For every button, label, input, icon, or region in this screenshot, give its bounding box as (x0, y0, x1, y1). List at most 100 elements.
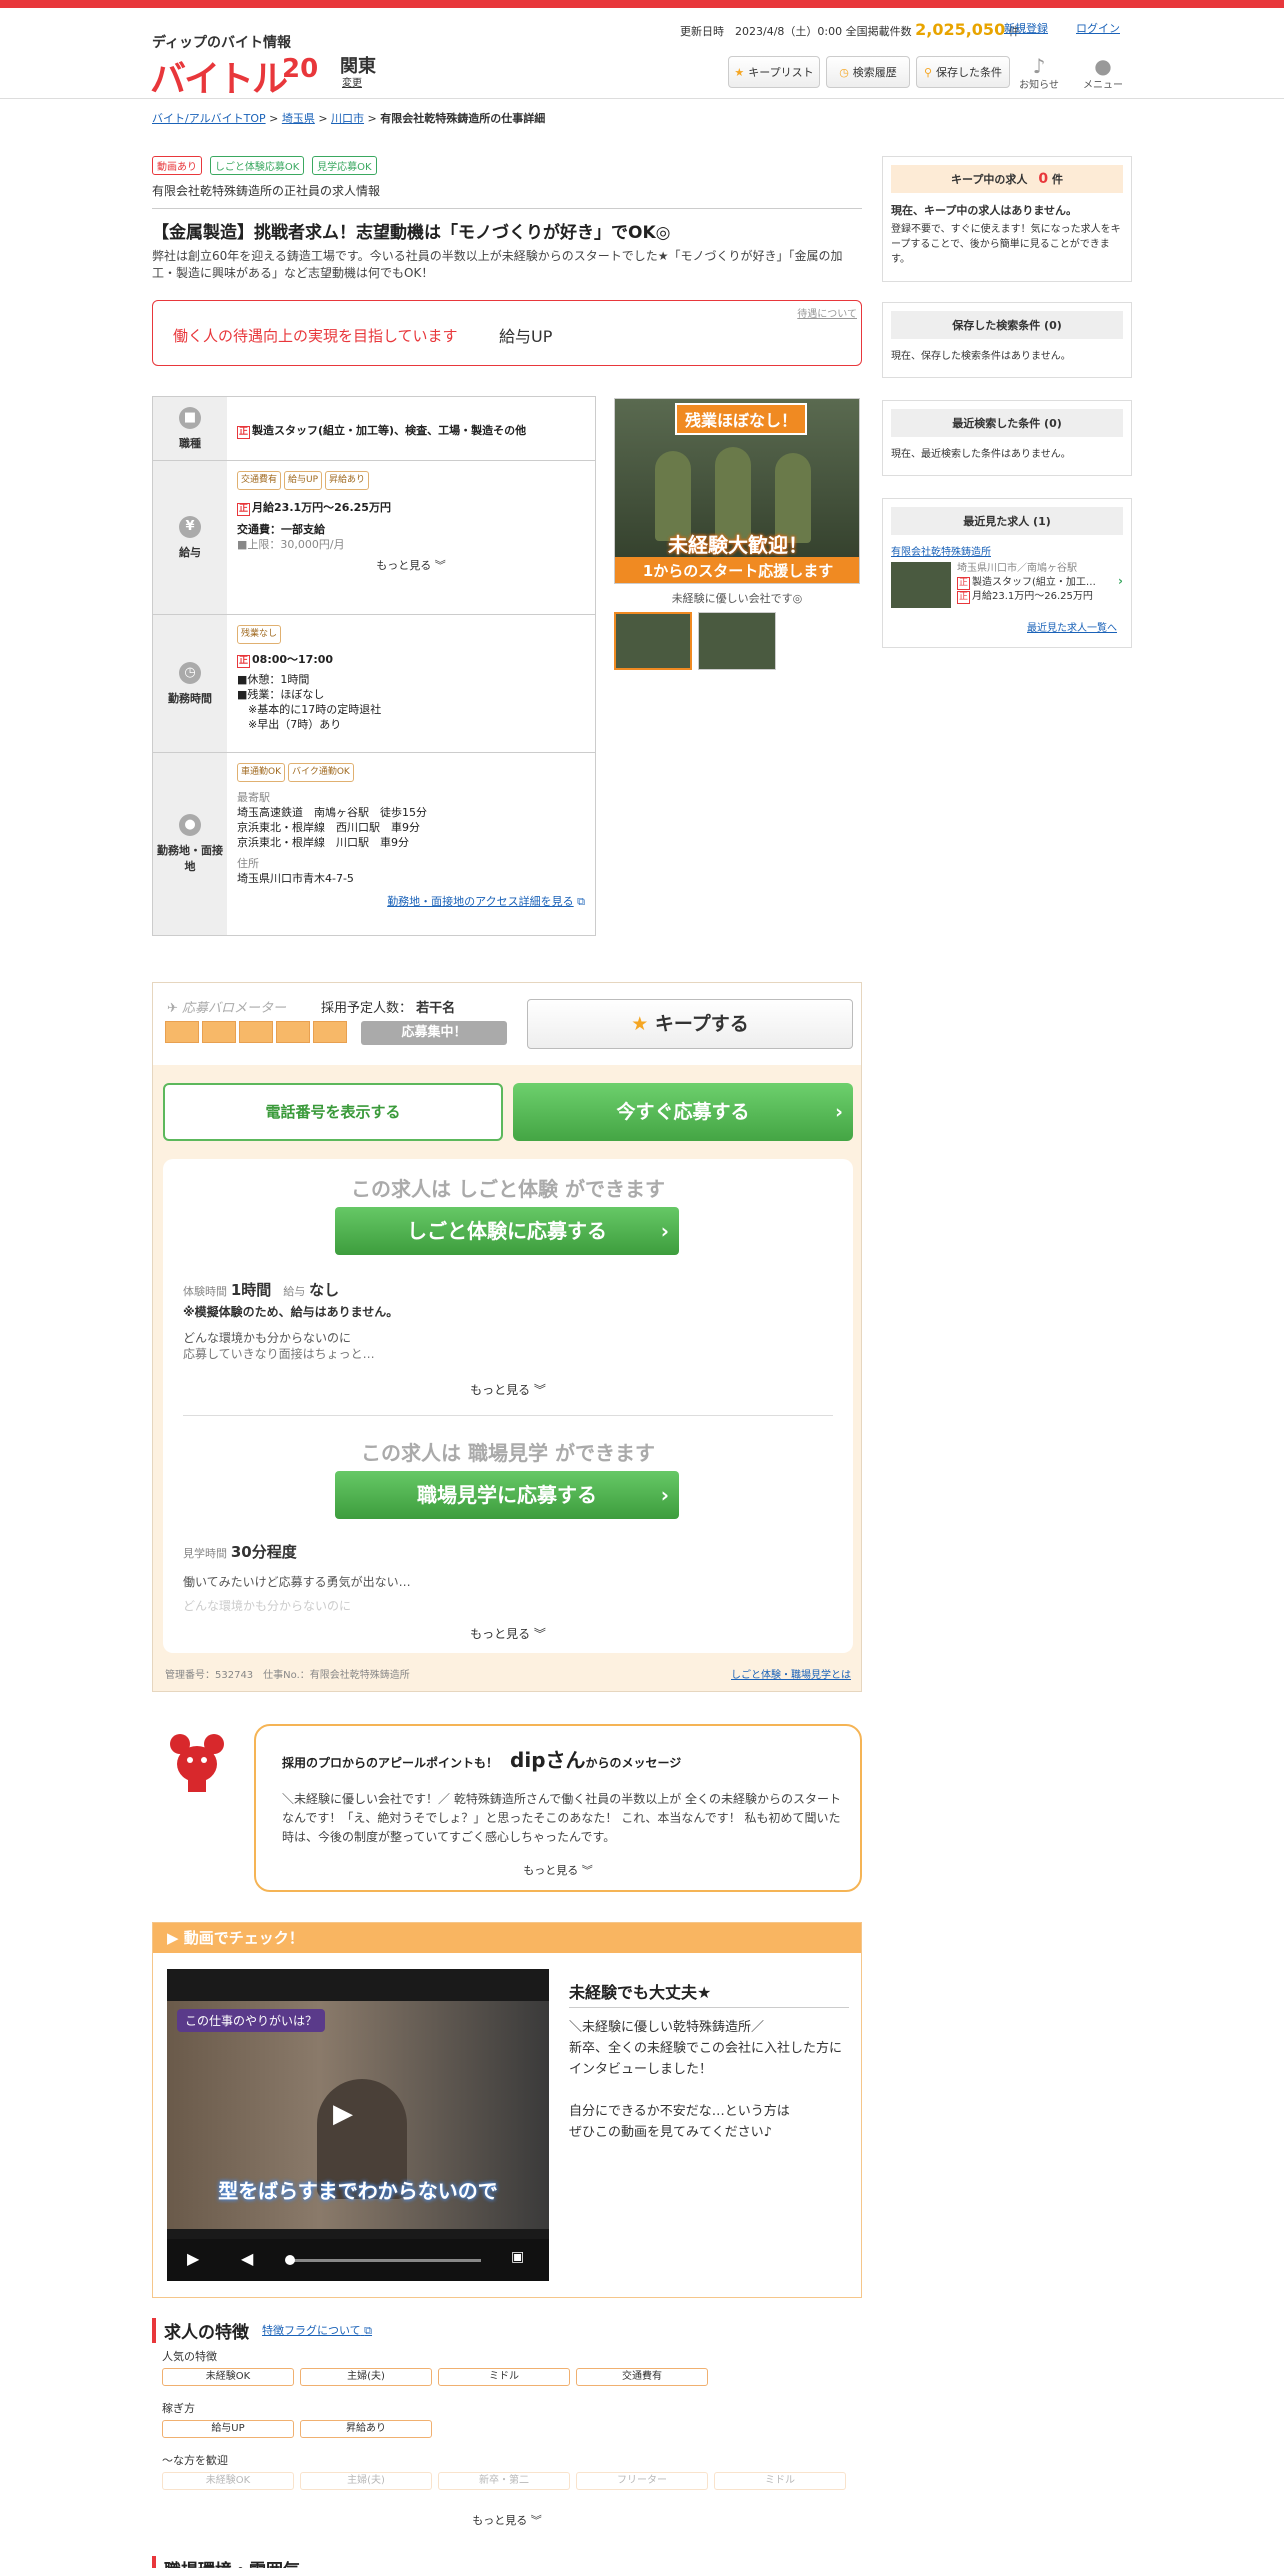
seek-bar[interactable] (287, 2259, 481, 2262)
recent-view-box: 最近見た求人 (1) 有限会社乾特殊鋳造所 埼玉県川口市／南鳩ヶ谷駅 正製造スタ… (882, 498, 1132, 648)
hire-value: 若干名 (416, 1001, 456, 1016)
region-change-link[interactable]: 変更 (342, 74, 362, 89)
breadcrumb: バイト/アルバイトTOP > 埼玉県 > 川口市 > 有限会社乾特殊鋳造所の仕事… (152, 112, 546, 125)
access-detail-link[interactable]: 勤務地・面接地のアクセス詳細を見る (387, 895, 573, 908)
top-accent-bar (0, 0, 1284, 8)
play-icon[interactable]: ▶ (333, 2099, 353, 2129)
recent-job-item[interactable]: 埼玉県川口市／南鳩ヶ谷駅 正製造スタッフ(組立・加工… 正月給23.1万円～26… (891, 562, 1123, 610)
feature-flag-link[interactable]: 特徴フラグについて ⧉ (262, 2322, 372, 2338)
photo-thumbnail[interactable] (698, 612, 776, 670)
apply-now-button[interactable]: 今すぐ応募する › (513, 1083, 853, 1141)
feature-pill: 給与UP (162, 2420, 294, 2438)
time-tag: 残業なし (237, 625, 282, 644)
fullscreen-icon[interactable]: ▣ (511, 2249, 524, 2265)
breadcrumb-city[interactable]: 川口市 (331, 112, 364, 125)
kengaku-time-value: 30分程度 (230, 1543, 297, 1561)
manage-number: 管理番号：532743 仕事No.：有限会社乾特殊鋳造所 (165, 1670, 410, 1681)
recent-company-link[interactable]: 有限会社乾特殊鋳造所 (891, 545, 1123, 560)
keep-none: 現在、キープ中の求人はありません。 (891, 204, 1078, 217)
feature-pill: 未経験OK (162, 2472, 294, 2490)
recent-search-title: 最近検索した条件 (0) (891, 409, 1123, 437)
clock-icon: ◷ (839, 65, 849, 79)
treatment-about-link[interactable]: 待遇について (797, 305, 857, 320)
keep-button[interactable]: ★ キープする (527, 999, 853, 1049)
seek-handle[interactable] (285, 2255, 295, 2265)
menu-label: メニュー (1083, 80, 1123, 91)
recent-job-thumbnail (891, 562, 951, 608)
station-item: 京浜東北・根岸線 西川口駅 車9分 (237, 821, 420, 834)
feature-pill: ミドル (714, 2472, 846, 2490)
time-line: ※早出（7時）あり (237, 718, 342, 731)
video-controls: ▶ ◀ ▣ (167, 2239, 549, 2281)
breadcrumb-top[interactable]: バイト/アルバイトTOP (152, 112, 266, 125)
row-place: ● 勤務地・面接地 車通勤OK バイク通勤OK 最寄駅 埼玉高速鉄道 南鳩ヶ谷駅 … (153, 753, 595, 935)
notice-button[interactable]: ♪ お知らせ (1016, 56, 1062, 91)
register-link[interactable]: 新規登録 (1004, 20, 1048, 36)
hire-count: 採用予定人数： 若干名 (321, 1001, 456, 1016)
kengaku-text: どんな環境かも分からないのに (183, 1599, 352, 1613)
keep-box: キープ中の求人 0 件 現在、キープ中の求人はありません。 登録不要で、すぐに使… (882, 156, 1132, 282)
message-more-button[interactable]: もっと見る ︾ (256, 1862, 860, 1878)
features-more-button[interactable]: もっと見る ︾ (152, 2512, 862, 2528)
trial-panel: この求人は しごと体験 ができます しごと体験に応募する › 体験時間 1時間 給… (163, 1159, 853, 1653)
kengaku-apply-button[interactable]: 職場見学に応募する › (335, 1471, 679, 1519)
photo-banner-bottom2: 1からのスタート応援します (615, 557, 859, 583)
login-link[interactable]: ログイン (1076, 20, 1120, 36)
runner-icon: ✈ (167, 1001, 178, 1016)
kengaku-time: 見学時間 30分程度 (183, 1543, 297, 1561)
taiken-text: 応募していきなり面接はちょっと… (183, 1347, 375, 1361)
update-label: 更新日時 2023/4/8（土）0:00 全国掲載件数 (680, 25, 912, 38)
recent-list-link[interactable]: 最近見た求人一覧へ (1027, 619, 1117, 634)
message-bubble: 採用のプロからのアピールポイントも！ dipさんからのメッセージ ＼未経験に優し… (254, 1724, 862, 1892)
logo-tagline: ディップのバイト情報 (152, 35, 292, 51)
chevron-right-icon: › (660, 1483, 669, 1507)
dip-name: dipさん (510, 1748, 586, 1772)
job-title: 【金属製造】挑戦者求ム！志望動機は「モノづくりが好き」でOK◎ (152, 223, 671, 243)
map-pin-icon: ● (179, 814, 201, 836)
time-head: ◷ 勤務時間 (153, 615, 227, 752)
search-history-button[interactable]: ◷ 検索履歴 (826, 56, 910, 88)
photo-thumbnail[interactable] (614, 612, 692, 670)
apply-now-label: 今すぐ応募する (616, 1101, 750, 1123)
salary-more-button[interactable]: もっと見る ︾ (237, 558, 585, 573)
star-icon: ★ (631, 1013, 649, 1035)
recent-job-text: 埼玉県川口市／南鳩ヶ谷駅 正製造スタッフ(組立・加工… 正月給23.1万円～26… (957, 562, 1117, 604)
chevron-right-icon: › (835, 1101, 843, 1123)
job-type-head: ■ 職種 (153, 397, 227, 460)
time-label: 勤務時間 (168, 691, 212, 705)
feature-pill: 昇給あり (300, 2420, 432, 2438)
apply-top: ✈ 応募バロメーター 採用予定人数： 若干名 応募集中！ ★ キープする (153, 983, 861, 1065)
tag-video: 動画あり (152, 156, 202, 175)
message-heading: 採用のプロからのアピールポイントも！ dipさんからのメッセージ (282, 1748, 682, 1772)
recent-search-box: 最近検索した条件 (0) 現在、最近検索した条件はありません。 (882, 400, 1132, 476)
clock-icon: ◷ (179, 661, 201, 684)
taiken-apply-button[interactable]: しごと体験に応募する › (335, 1207, 679, 1255)
keep-list-button[interactable]: ★ キープリスト (728, 56, 820, 88)
meter-segment (202, 1021, 236, 1043)
breadcrumb-pref[interactable]: 埼玉県 (282, 112, 315, 125)
play-button-icon[interactable]: ▶ (187, 2249, 199, 2268)
header-divider (0, 98, 1284, 99)
trial-about-link[interactable]: しごと体験・職場見学とは (731, 1666, 851, 1681)
salary-tag: 昇給あり (325, 471, 370, 490)
station-item: 埼玉高速鉄道 南鳩ヶ谷駅 徒歩15分 (237, 806, 427, 819)
trial-divider (183, 1415, 833, 1416)
main-photo[interactable]: 残業ほぼなし！ 未経験大歓迎！ 1からのスタート応援します (614, 398, 860, 584)
kengaku-heading: この求人は 職場見学 ができます (361, 1441, 655, 1465)
salary-value: 月給23.1万円～26.25万円 (252, 501, 391, 514)
feature-pill: 未経験OK (162, 2368, 294, 2386)
meter-segment (276, 1021, 310, 1043)
menu-button[interactable]: ● メニュー (1080, 56, 1126, 91)
kengaku-more-button[interactable]: もっと見る ︾ (163, 1625, 853, 1642)
salary-head: ¥ 給与 (153, 461, 227, 614)
show-phone-button[interactable]: 電話番号を表示する (163, 1083, 503, 1141)
feature-pill: ミドル (438, 2368, 570, 2386)
video-player[interactable]: この仕事のやりがいは？ 型をばらすまでわからないので ▶ ▶ ◀ ▣ (167, 1969, 549, 2281)
video-title-divider (569, 2007, 849, 2008)
taiken-more-button[interactable]: もっと見る ︾ (163, 1381, 853, 1398)
station-label: 最寄駅 (237, 791, 270, 804)
saved-conditions-button[interactable]: ⚲ 保存した条件 (916, 56, 1010, 88)
volume-icon[interactable]: ◀ (241, 2249, 253, 2268)
site-logo[interactable]: バイトル (150, 50, 288, 102)
time-line: ■休憩：1時間 (237, 673, 310, 686)
